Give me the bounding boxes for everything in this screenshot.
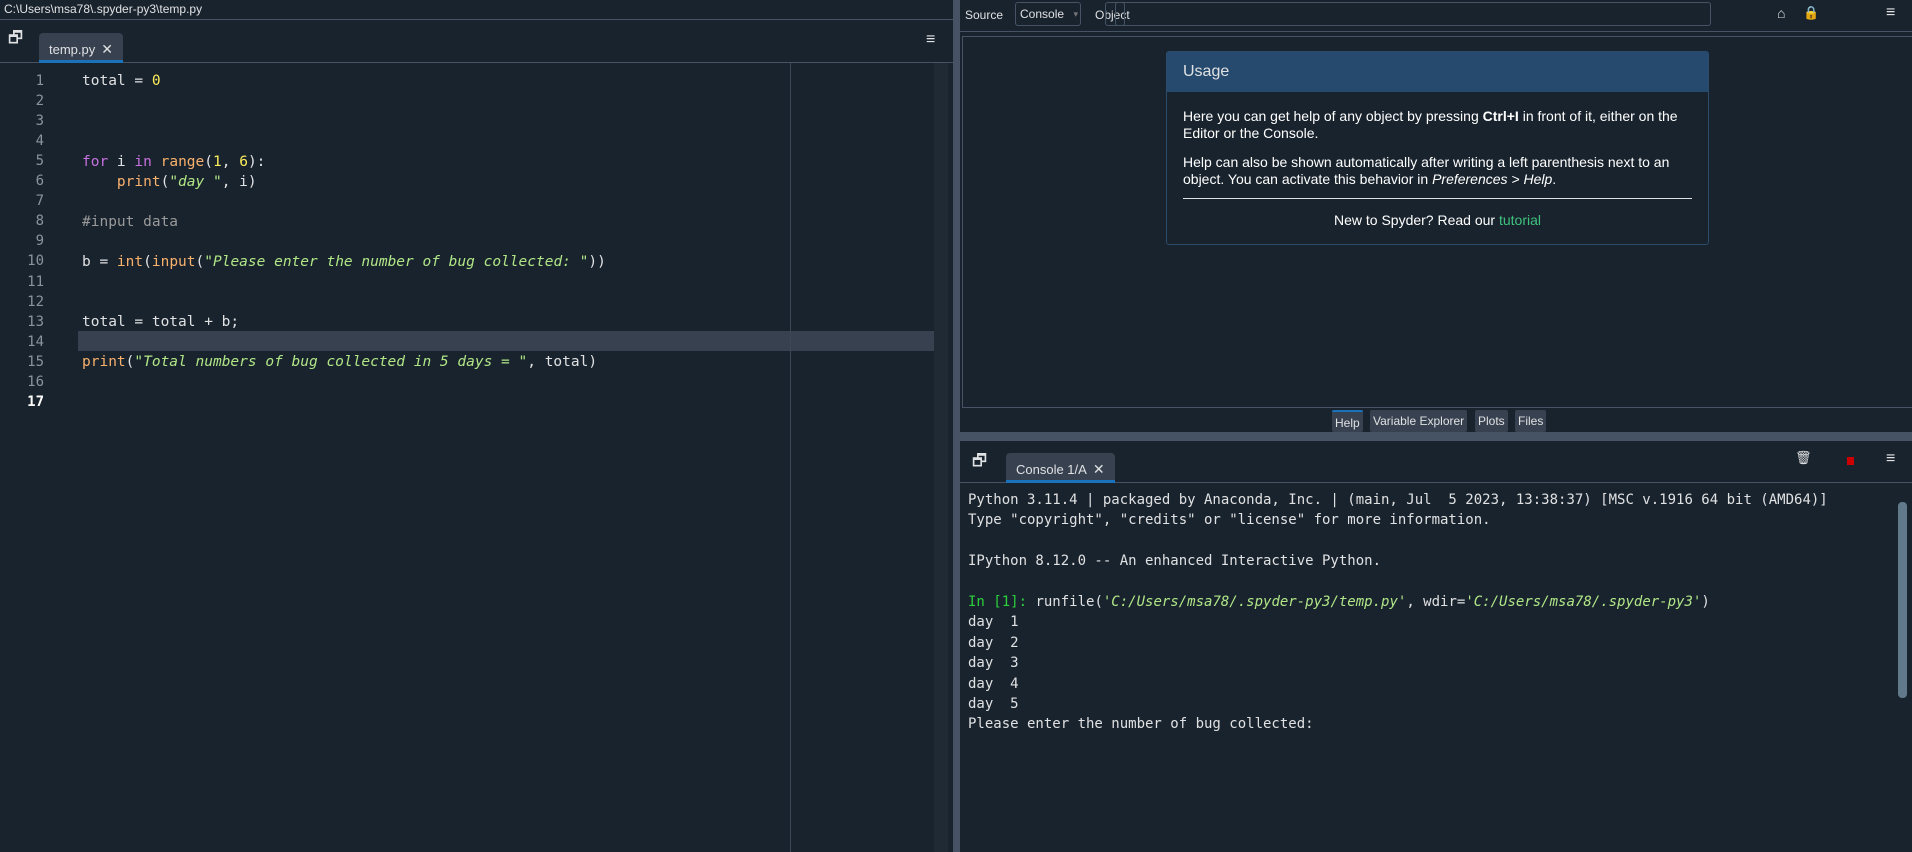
line-number: 14 — [27, 333, 44, 350]
editor-tab-bar: 🗗 temp.py ✕ ≡ — [0, 21, 953, 63]
console-line: Type "copyright", "credits" or "license"… — [968, 512, 1491, 529]
tab-files[interactable]: Files — [1515, 410, 1547, 432]
home-icon[interactable]: ⌂ — [1777, 5, 1785, 21]
code-line-8: #input data — [82, 214, 179, 230]
tab-temp-py[interactable]: temp.py ✕ — [39, 33, 123, 63]
browse-tabs-icon[interactable]: 🗗 — [972, 450, 987, 477]
console-tab-bar: 🗗 Console 1/A ✕ 🗑 ≡ — [960, 441, 1912, 483]
line-number: 17 — [27, 393, 44, 410]
line-number: 5 — [35, 153, 44, 170]
options-menu-icon[interactable]: ≡ — [926, 31, 935, 49]
browse-tabs-icon[interactable]: 🗗 — [8, 27, 23, 54]
tab-plots[interactable]: Plots — [1475, 410, 1508, 432]
line-number: 12 — [27, 293, 44, 310]
code-line-6: print("day ", i) — [116, 174, 257, 190]
console-input-line: In [1]: runfile('C:/Users/msa78/.spyder-… — [968, 594, 1710, 611]
horizontal-splitter[interactable] — [960, 432, 1912, 441]
object-input[interactable] — [1105, 2, 1711, 26]
code-line-13: total = total + b; — [82, 314, 240, 330]
close-icon[interactable]: ✕ — [101, 41, 113, 57]
line-number: 2 — [35, 93, 44, 110]
code-line-10: b = int(input("Please enter the number o… — [82, 254, 606, 270]
console-output: day 5 — [968, 696, 1019, 713]
console-line: Python 3.11.4 | packaged by Anaconda, In… — [968, 492, 1828, 508]
usage-text-1: Here you can get help of any object by p… — [1183, 108, 1678, 141]
code-line-1: total = 0 — [82, 73, 161, 89]
line-number: 4 — [35, 133, 44, 150]
code-line-15: print("Total numbers of bug collected in… — [82, 354, 598, 370]
usage-panel: Usage Here you can get help of any objec… — [1166, 51, 1709, 245]
console-output: day 4 — [968, 675, 1019, 692]
close-icon[interactable]: ✕ — [1093, 461, 1105, 477]
lock-icon[interactable]: 🔒 — [1803, 5, 1819, 21]
line-number: 3 — [35, 113, 44, 130]
divider — [1183, 198, 1692, 199]
console-scrollbar-thumb[interactable] — [1898, 502, 1907, 698]
tab-label: temp.py — [49, 42, 96, 57]
tutorial-link[interactable]: tutorial — [1499, 212, 1541, 228]
editor-scrollbar[interactable] — [934, 63, 948, 852]
usage-text-2: Help can also be shown automatically aft… — [1183, 154, 1670, 187]
line-number: 10 — [27, 253, 44, 270]
source-combo[interactable]: Console ▾ — [1015, 2, 1081, 26]
source-label: Source — [965, 8, 1004, 22]
clear-console-icon[interactable]: 🗑 — [1795, 450, 1812, 466]
line-number: 11 — [27, 273, 44, 290]
console-output: day 2 — [968, 634, 1019, 651]
current-line-highlight — [78, 331, 934, 351]
line-number: 6 — [35, 173, 44, 190]
tab-help[interactable]: Help — [1332, 410, 1363, 432]
usage-text-3: New to Spyder? Read our tutorial — [1333, 212, 1541, 228]
console-output: day 3 — [968, 655, 1019, 672]
ipython-console[interactable]: Python 3.11.4 | packaged by Anaconda, In… — [962, 484, 1894, 852]
pane-splitter[interactable] — [953, 0, 960, 852]
line-number: 8 — [35, 213, 44, 230]
line-number: 15 — [27, 353, 44, 370]
pane-tabs: Help Variable Explorer Plots Files — [960, 408, 1912, 432]
line-number: 9 — [35, 233, 44, 250]
usage-title: Usage — [1167, 52, 1708, 92]
help-toolbar: Source Console ▾ Object ⌂ 🔒 ≡ — [960, 0, 1912, 32]
line-number: 13 — [27, 313, 44, 330]
tab-variable-explorer[interactable]: Variable Explorer — [1370, 410, 1468, 432]
line-number: 7 — [35, 193, 44, 210]
line-number: 16 — [27, 373, 44, 390]
options-menu-icon[interactable]: ≡ — [1886, 4, 1895, 22]
window-title: C:\Users\msa78\.spyder-py3\temp.py — [0, 0, 953, 20]
edge-line — [790, 63, 791, 852]
code-line-5: for i in range(1, 6): — [82, 154, 266, 170]
stop-icon[interactable] — [1847, 457, 1854, 465]
options-menu-icon[interactable]: ≡ — [1886, 450, 1895, 468]
line-number: 1 — [35, 73, 44, 89]
line-number-gutter: 1 2 3 4 5 6 7 8 9 10 11 12 13 14 15 16 17 — [0, 63, 74, 852]
console-line: IPython 8.12.0 -- An enhanced Interactiv… — [968, 553, 1382, 570]
input-prompt[interactable]: Please enter the number of bug collected… — [968, 714, 1888, 734]
console-output: day 1 — [968, 614, 1019, 631]
tab-console-1a[interactable]: Console 1/A ✕ — [1006, 453, 1115, 483]
